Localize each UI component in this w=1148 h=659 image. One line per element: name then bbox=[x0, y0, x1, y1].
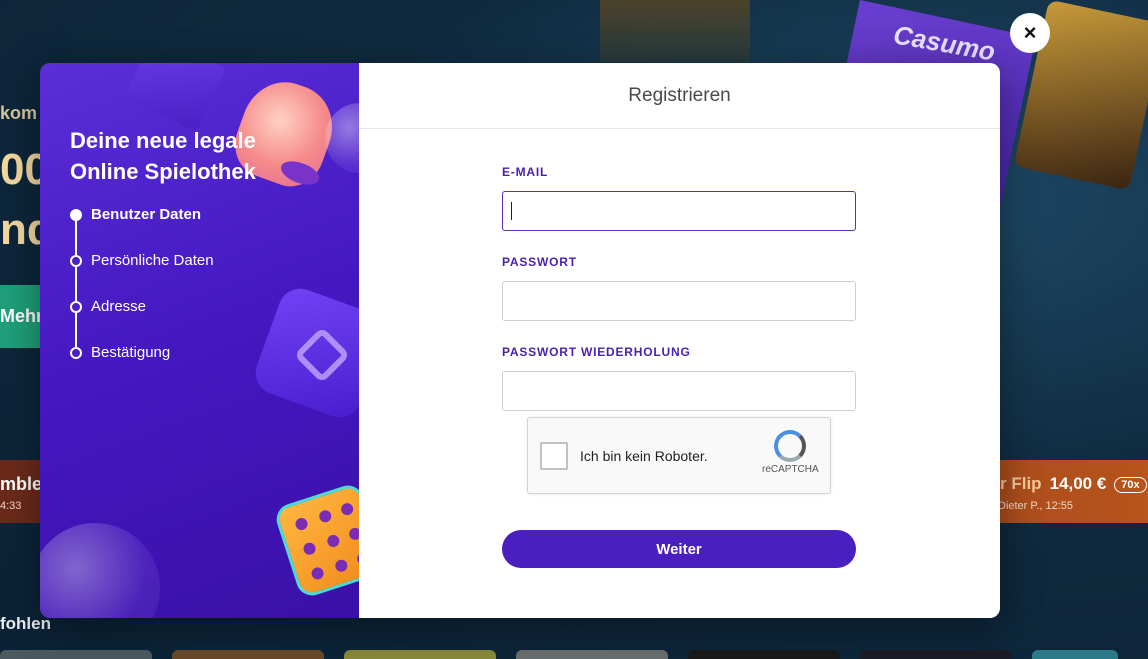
ticker-right-amount: 14,00 € bbox=[1049, 474, 1107, 493]
game-thumbnail[interactable] bbox=[172, 650, 324, 659]
step-dot-icon bbox=[70, 209, 82, 221]
dice-pip bbox=[293, 516, 310, 532]
cube-decoration bbox=[123, 63, 227, 132]
password-field[interactable] bbox=[502, 281, 856, 321]
step-label: Adresse bbox=[91, 298, 147, 315]
game-thumbnail[interactable] bbox=[860, 650, 1012, 659]
recaptcha-checkbox[interactable] bbox=[540, 442, 568, 470]
email-field[interactable] bbox=[502, 191, 856, 231]
background-welcome-text: kom bbox=[0, 103, 38, 123]
step-adresse: Adresse bbox=[70, 295, 214, 347]
recaptcha-label: Ich bin kein Roboter. bbox=[580, 448, 708, 464]
step-label: Benutzer Daten bbox=[91, 206, 202, 223]
ticker-right-badge: 70x bbox=[1114, 476, 1147, 493]
email-label: E-MAIL bbox=[502, 165, 549, 179]
game-thumbnail-row bbox=[0, 650, 1118, 659]
modal-title: Registrieren bbox=[628, 84, 731, 106]
dice-pip bbox=[325, 533, 341, 549]
step-persoenliche-daten: Persönliche Daten bbox=[70, 249, 214, 301]
registration-form: E-MAIL PASSWORT PASSWORT WIEDERHOLUNG bbox=[502, 165, 856, 435]
promo-title: Deine neue legale Online Spielothek bbox=[70, 128, 256, 184]
modal-header: Registrieren bbox=[359, 63, 1000, 129]
weiter-button[interactable]: Weiter bbox=[502, 530, 856, 568]
dice-pip bbox=[347, 526, 359, 542]
ticker-right-meta: Dieter P., 12:55 bbox=[998, 500, 1074, 512]
ticker-left-title: mble bbox=[0, 474, 43, 494]
password-repeat-field[interactable] bbox=[502, 371, 856, 411]
form-panel: Registrieren E-MAIL PASSWORT PASSWORT WI… bbox=[359, 63, 1000, 618]
step-label: Bestätigung bbox=[91, 344, 171, 361]
game-thumbnail[interactable] bbox=[516, 650, 668, 659]
game-thumbnail[interactable] bbox=[688, 650, 840, 659]
dice-pip bbox=[310, 565, 326, 582]
password-label: PASSWORT bbox=[502, 255, 577, 269]
ticker-right-title: r Flip bbox=[1000, 474, 1042, 493]
dice-pip bbox=[317, 508, 333, 524]
close-icon: × bbox=[1023, 20, 1037, 45]
step-dot-icon bbox=[70, 255, 82, 267]
game-thumbnail[interactable] bbox=[344, 650, 496, 659]
registration-modal: Deine neue legale Online Spielothek Benu… bbox=[40, 63, 1000, 618]
bubble-decoration bbox=[40, 523, 160, 618]
promo-panel: Deine neue legale Online Spielothek Benu… bbox=[40, 63, 359, 618]
background-game-art bbox=[600, 0, 750, 62]
recaptcha-widget: Ich bin kein Roboter. reCAPTCHA bbox=[527, 417, 831, 494]
dice-pip bbox=[301, 541, 318, 557]
step-dot-icon bbox=[70, 301, 82, 313]
ticker-left-time: 4:33 bbox=[0, 500, 22, 512]
step-bestaetigung: Bestätigung bbox=[70, 341, 214, 387]
text-caret bbox=[511, 202, 512, 220]
ticker-right-entry: r Flip 14,00 € 70x bbox=[1000, 474, 1147, 494]
password-field-group: PASSWORT bbox=[502, 255, 856, 321]
registration-steps: Benutzer Daten Persönliche Daten Adresse… bbox=[70, 203, 214, 387]
recaptcha-icon bbox=[774, 430, 806, 462]
game-thumbnail[interactable] bbox=[1032, 650, 1118, 659]
step-label: Persönliche Daten bbox=[91, 252, 214, 269]
dice-icon bbox=[272, 481, 359, 600]
dice-pip bbox=[333, 558, 349, 574]
step-dot-icon bbox=[70, 347, 82, 359]
email-field-group: E-MAIL bbox=[502, 165, 856, 231]
step-benutzer-daten: Benutzer Daten bbox=[70, 203, 214, 255]
dice-pip bbox=[339, 501, 355, 517]
password-repeat-field-group: PASSWORT WIEDERHOLUNG bbox=[502, 345, 856, 411]
recaptcha-brand: reCAPTCHA bbox=[762, 464, 819, 475]
game-thumbnail[interactable] bbox=[0, 650, 152, 659]
password-repeat-label: PASSWORT WIEDERHOLUNG bbox=[502, 345, 691, 359]
close-modal-button[interactable]: × bbox=[1010, 13, 1050, 53]
